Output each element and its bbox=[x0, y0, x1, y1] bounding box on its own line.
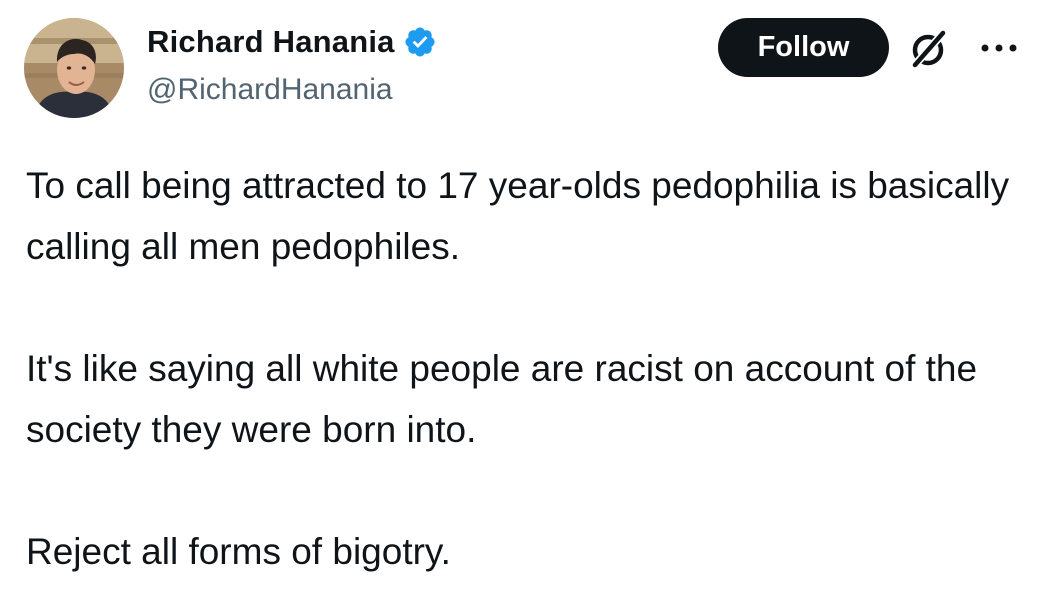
tweet-card: Richard Hanania @RichardHanania Follow T… bbox=[0, 0, 1047, 591]
tweet-paragraph-2: It's like saying all white people are ra… bbox=[26, 348, 978, 450]
author-name-row: Richard Hanania bbox=[147, 22, 437, 62]
tweet-text: To call being attracted to 17 year-olds … bbox=[26, 155, 1031, 582]
verified-badge-icon[interactable] bbox=[403, 25, 437, 59]
author-display-name[interactable]: Richard Hanania bbox=[147, 24, 395, 60]
grok-icon[interactable] bbox=[905, 25, 953, 73]
more-horizontal-icon[interactable] bbox=[977, 36, 1021, 60]
tweet-paragraph-1: To call being attracted to 17 year-olds … bbox=[26, 165, 1010, 267]
tweet-paragraph-3: Reject all forms of bigotry. bbox=[26, 531, 451, 572]
avatar-image bbox=[24, 18, 124, 118]
follow-button[interactable]: Follow bbox=[718, 18, 889, 77]
author-handle[interactable]: @RichardHanania bbox=[147, 73, 393, 107]
avatar[interactable] bbox=[24, 18, 124, 118]
